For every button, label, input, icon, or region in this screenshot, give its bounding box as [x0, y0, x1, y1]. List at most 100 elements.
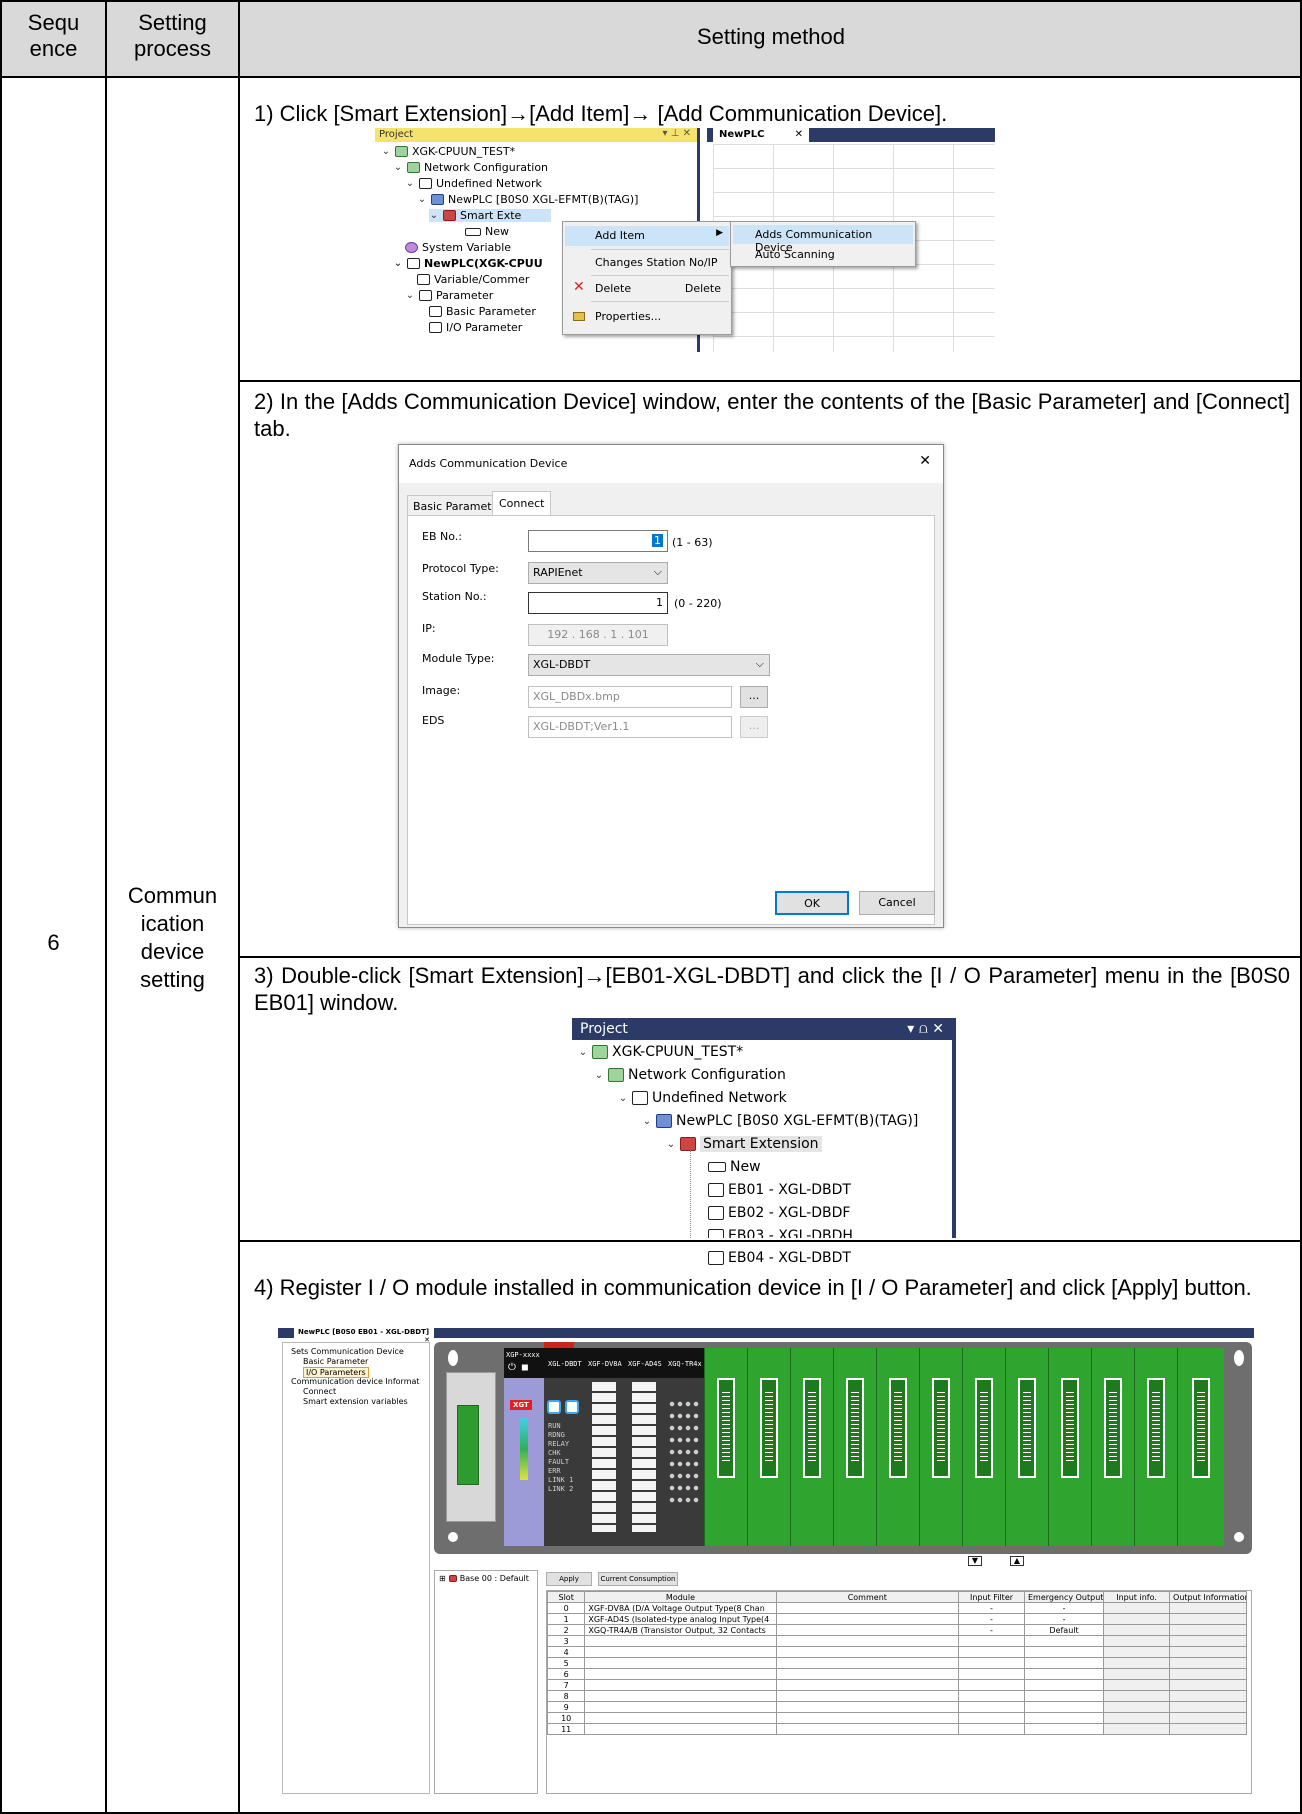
empty-slot[interactable] — [1048, 1348, 1091, 1546]
input-filter-cell[interactable] — [958, 1657, 1025, 1669]
tree-newplc-module[interactable]: ⌄ NewPLC [B0S0 XGL-EFMT(B)(TAG)] — [417, 193, 639, 206]
emergency-output-cell[interactable] — [1023, 1723, 1105, 1735]
slot-cell[interactable]: 5 — [547, 1657, 586, 1669]
tree-network-config[interactable]: ⌄ Network Configuration — [393, 161, 548, 174]
tree-eb02[interactable]: EB02 - XGL-DBDF — [708, 1205, 850, 1221]
table-row[interactable]: 5 — [547, 1657, 1247, 1669]
tree-parameter[interactable]: ⌄ Parameter — [405, 289, 493, 302]
emergency-output-cell[interactable]: - — [1023, 1602, 1105, 1614]
module-cell[interactable] — [584, 1690, 777, 1702]
table-row[interactable]: 4 — [547, 1646, 1247, 1658]
tree-eb03[interactable]: EB03 - XGL-DBDH — [708, 1228, 853, 1238]
base-tree-item[interactable]: ⊞ Base 00 : Default — [439, 1574, 529, 1583]
empty-slot[interactable] — [790, 1348, 833, 1546]
emergency-output-cell[interactable] — [1023, 1646, 1105, 1658]
input-info-cell[interactable] — [1103, 1668, 1171, 1680]
empty-slot[interactable] — [747, 1348, 790, 1546]
table-row[interactable]: 10 — [547, 1712, 1247, 1724]
input-filter-cell[interactable] — [958, 1701, 1025, 1713]
output-info-cell[interactable] — [1169, 1624, 1247, 1636]
rack-scroll-up-icon[interactable]: ▲ — [1010, 1556, 1024, 1566]
empty-slot[interactable] — [704, 1348, 747, 1546]
output-info-cell[interactable] — [1169, 1690, 1247, 1702]
cancel-button[interactable]: Cancel — [859, 891, 935, 915]
module-type-select[interactable]: XGL-DBDT ⌵ — [528, 654, 770, 676]
module-cell[interactable] — [584, 1657, 777, 1669]
apply-button[interactable]: Apply — [546, 1572, 592, 1586]
empty-slot[interactable] — [919, 1348, 962, 1546]
nav-basic-parameter[interactable]: Basic Parameter — [303, 1357, 368, 1366]
tree-project[interactable]: ⌄ XGK-CPUUN_TEST* — [381, 145, 515, 158]
module-cell[interactable]: XGF-AD4S (Isolated-type analog Input Typ… — [584, 1613, 777, 1625]
eds-field[interactable]: XGL-DBDT;Ver1.1 — [528, 716, 732, 738]
empty-slot[interactable] — [1091, 1348, 1134, 1546]
slot-cell[interactable]: 7 — [547, 1679, 586, 1691]
slot-cell[interactable]: 9 — [547, 1701, 586, 1713]
slot-cell[interactable]: 6 — [547, 1668, 586, 1680]
power-module[interactable] — [446, 1372, 496, 1522]
close-icon[interactable]: ✕ — [795, 129, 803, 140]
tree-smart-extension[interactable]: ⌄ Smart Exte — [429, 209, 552, 222]
expand-icon[interactable]: ⊞ — [439, 1574, 446, 1583]
input-filter-cell[interactable] — [958, 1712, 1025, 1724]
module-cell[interactable] — [584, 1646, 777, 1658]
empty-slot[interactable] — [1005, 1348, 1048, 1546]
pane-controls-icon[interactable]: ▾ ⊥ ✕ — [663, 128, 691, 139]
station-no-field[interactable]: 1 — [528, 592, 668, 614]
menu-item-delete[interactable]: ✕ Delete Delete — [565, 279, 729, 299]
nav-communication-device-info[interactable]: Communication device Informat — [291, 1377, 420, 1386]
tree-new[interactable]: New — [465, 225, 509, 238]
emergency-output-cell[interactable] — [1023, 1701, 1105, 1713]
tree-eb04-row[interactable]: EB04 - XGL-DBDT — [708, 1250, 851, 1266]
module-cell[interactable] — [584, 1635, 777, 1647]
input-info-cell[interactable] — [1103, 1701, 1171, 1713]
comment-cell[interactable] — [775, 1646, 960, 1658]
tree-newplc-module[interactable]: ⌄ NewPLC [B0S0 XGL-EFMT(B)(TAG)] — [642, 1113, 919, 1129]
comm-module[interactable]: RUN RDNG RELAY CHK FAULT ERR LINK 1 LINK… — [544, 1378, 584, 1546]
slot-cell[interactable]: 11 — [547, 1723, 586, 1735]
comment-cell[interactable] — [775, 1613, 960, 1625]
tree-variable-comment[interactable]: Variable/Commer — [417, 273, 529, 286]
input-filter-cell[interactable]: - — [958, 1624, 1025, 1636]
module-cell[interactable] — [584, 1701, 777, 1713]
input-info-cell[interactable] — [1103, 1712, 1171, 1724]
emergency-output-cell[interactable] — [1023, 1690, 1105, 1702]
input-info-cell[interactable] — [1103, 1602, 1171, 1614]
io-module-ad4s[interactable] — [624, 1378, 664, 1546]
module-cell[interactable]: XGQ-TR4A/B (Transistor Output, 32 Contac… — [584, 1624, 777, 1636]
input-filter-cell[interactable] — [958, 1646, 1025, 1658]
module-cell[interactable] — [584, 1712, 777, 1724]
emergency-output-cell[interactable]: - — [1023, 1613, 1105, 1625]
editor-tab[interactable]: NewPLC ✕ — [713, 128, 809, 142]
eds-browse-button[interactable]: ... — [740, 716, 768, 738]
tree-network-config[interactable]: ⌄ Network Configuration — [594, 1067, 786, 1083]
tree-new[interactable]: New — [708, 1159, 761, 1175]
table-row[interactable]: 8 — [547, 1690, 1247, 1702]
input-info-cell[interactable] — [1103, 1646, 1171, 1658]
current-consumption-button[interactable]: Current Consumption — [598, 1572, 678, 1586]
empty-slot[interactable] — [833, 1348, 876, 1546]
menu-item-properties[interactable]: Properties... — [565, 307, 729, 327]
tab-connect[interactable]: Connect — [492, 491, 552, 516]
emergency-output-cell[interactable] — [1023, 1668, 1105, 1680]
tree-newplc-cpu[interactable]: ⌄ NewPLC(XGK-CPUU — [393, 257, 543, 270]
input-filter-cell[interactable]: - — [958, 1602, 1025, 1614]
ok-button[interactable]: OK — [775, 891, 849, 915]
comment-cell[interactable] — [775, 1668, 960, 1680]
slot-cell[interactable]: 1 — [547, 1613, 586, 1625]
emergency-output-cell[interactable]: Default — [1023, 1624, 1105, 1636]
tree-project[interactable]: ⌄ XGK-CPUUN_TEST* — [578, 1044, 743, 1060]
menu-item-changes-station[interactable]: Changes Station No/IP — [565, 253, 729, 273]
input-filter-cell[interactable] — [958, 1635, 1025, 1647]
table-row[interactable]: 6 — [547, 1668, 1247, 1680]
input-info-cell[interactable] — [1103, 1690, 1171, 1702]
comment-cell[interactable] — [775, 1701, 960, 1713]
empty-slot[interactable] — [1134, 1348, 1177, 1546]
table-row[interactable]: 2 XGQ-TR4A/B (Transistor Output, 32 Conta… — [547, 1624, 1247, 1636]
comment-cell[interactable] — [775, 1690, 960, 1702]
io-module-tr4[interactable] — [664, 1378, 704, 1546]
module-cell[interactable] — [584, 1679, 777, 1691]
tree-basic-parameter[interactable]: Basic Parameter — [429, 305, 536, 318]
module-cell[interactable] — [584, 1668, 777, 1680]
tree-undefined-network[interactable]: ⌄ Undefined Network — [405, 177, 542, 190]
